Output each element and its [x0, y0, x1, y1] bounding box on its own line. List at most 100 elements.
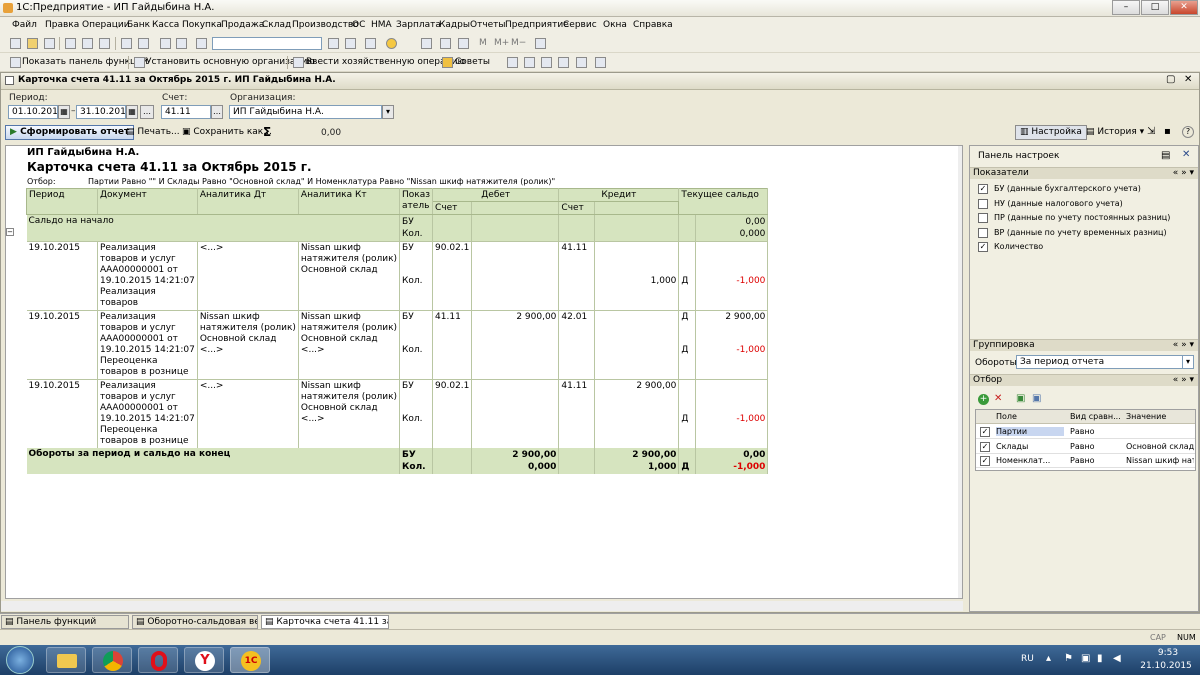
filter-row-checkbox[interactable]: ✓ — [980, 427, 990, 437]
indicator-checkbox[interactable] — [978, 227, 988, 238]
tools-icon[interactable] — [535, 38, 546, 49]
clock-time[interactable]: 9:53 — [1148, 648, 1188, 658]
memory-plus-icon[interactable]: M+ — [494, 38, 509, 48]
turnover-select[interactable]: За период отчета — [1016, 355, 1183, 369]
menu-warehouse[interactable]: Склад — [262, 20, 291, 30]
save-as-button[interactable]: ▣ Сохранить как... — [177, 125, 277, 140]
menu-fixed-assets[interactable]: ОС — [352, 20, 365, 30]
calendar-icon[interactable] — [421, 38, 432, 49]
add-filter-icon[interactable]: + — [978, 394, 989, 405]
save-settings-icon[interactable]: ▪ — [1164, 126, 1171, 137]
menu-reports[interactable]: Отчеты — [470, 20, 506, 30]
menu-intangible[interactable]: НМА — [371, 20, 392, 30]
balance-icon[interactable] — [541, 57, 552, 68]
period-to-calendar-icon[interactable]: ▦ — [126, 105, 138, 119]
tray-arrow-icon[interactable]: ▴ — [1046, 653, 1051, 664]
chrome-taskbar-icon[interactable] — [92, 647, 132, 673]
memory-minus-icon[interactable]: M− — [511, 38, 526, 48]
doc-close-button[interactable]: ✕ — [1184, 74, 1192, 85]
filter-section-header[interactable]: Отбор « » ▾ — [970, 374, 1198, 386]
row-document[interactable]: Реализация товаров и услуг ААА00000001 от 1… — [97, 379, 198, 448]
tips-button[interactable]: Советы — [455, 57, 490, 67]
row-document[interactable]: Реализация товаров и услуг ААА00000001 от 1… — [97, 310, 198, 380]
menu-help[interactable]: Справка — [633, 20, 673, 30]
task-functions-panel[interactable]: ▤ Панель функций — [1, 615, 129, 629]
yandex-taskbar-icon[interactable]: Y — [184, 647, 224, 673]
filter-row[interactable]: ✓ Номенклат... Равно Nissan шкиф натя... — [976, 454, 1195, 468]
account-input[interactable]: 41.11 — [161, 105, 211, 119]
menu-production[interactable]: Производство — [292, 20, 359, 30]
volume-icon[interactable]: ◀ — [1113, 653, 1121, 664]
menu-windows[interactable]: Окна — [603, 20, 627, 30]
minimize-button[interactable]: – — [1112, 0, 1140, 15]
cut-icon[interactable] — [65, 38, 76, 49]
account-card-icon[interactable] — [558, 57, 569, 68]
set-org-button[interactable]: Установить основную организацию — [146, 57, 315, 67]
history-button[interactable]: ▤ История ▾ — [1081, 125, 1149, 140]
indicator-checkbox[interactable] — [978, 213, 988, 223]
new-doc-icon[interactable] — [10, 38, 21, 49]
info-icon[interactable] — [386, 38, 397, 49]
close-button[interactable]: ✕ — [1170, 0, 1198, 15]
explorer-taskbar-icon[interactable] — [46, 647, 86, 673]
calculator-icon[interactable] — [440, 38, 451, 49]
period-from-calendar-icon[interactable]: ▦ — [58, 105, 70, 119]
filter-row-checkbox[interactable]: ✓ — [980, 441, 990, 452]
print-button[interactable]: ▤ Печать... — [121, 125, 185, 140]
menu-salary[interactable]: Зарплата — [396, 20, 441, 30]
menu-operations[interactable]: Операции — [82, 20, 130, 30]
filter-row-checkbox[interactable]: ✓ — [980, 456, 990, 466]
maximize-button[interactable]: □ — [1141, 0, 1169, 15]
tray-app-icon[interactable]: ▣ — [1081, 653, 1090, 664]
search-icon[interactable] — [196, 38, 207, 49]
indicator-checkbox[interactable]: ✓ — [978, 242, 988, 252]
sum-icon[interactable]: Σ — [263, 125, 271, 139]
preview-icon[interactable] — [138, 38, 149, 49]
grouping-section-header[interactable]: Группировка « » ▾ — [970, 339, 1198, 351]
menu-enterprise[interactable]: Предприятие — [505, 20, 569, 30]
indicator-checkbox[interactable]: ✓ — [978, 184, 988, 194]
search-input[interactable] — [212, 37, 322, 50]
org-dropdown-icon[interactable]: ▾ — [382, 105, 394, 119]
period-select-button[interactable]: … — [140, 105, 154, 119]
row-document[interactable]: Реализация товаров и услуг ААА00000001 от 1… — [97, 241, 198, 311]
network-icon[interactable]: ▮ — [1097, 653, 1103, 664]
undo-icon[interactable] — [160, 38, 171, 49]
more-reports-icon[interactable] — [595, 57, 606, 68]
menu-bank[interactable]: Банк — [127, 20, 150, 30]
find-prev-icon[interactable] — [345, 38, 356, 49]
settings-button[interactable]: ▥ Настройка — [1015, 125, 1087, 140]
1c-taskbar-icon[interactable]: 1С — [230, 647, 270, 673]
menu-hr[interactable]: Кадры — [439, 20, 470, 30]
filter-row[interactable]: ✓ Партии Равно — [976, 425, 1195, 439]
panel-close-icon[interactable]: ✕ — [1182, 149, 1190, 160]
export-icon[interactable]: ⇲ — [1147, 126, 1155, 137]
redo-icon[interactable] — [176, 38, 187, 49]
windows-icon[interactable] — [365, 38, 376, 49]
org-input[interactable]: ИП Гайдыбина Н.А. — [229, 105, 382, 119]
report-vertical-scrollbar[interactable] — [958, 146, 962, 598]
menu-purchase[interactable]: Покупка — [182, 20, 222, 30]
language-indicator[interactable]: RU — [1021, 654, 1034, 664]
memory-m-icon[interactable]: M — [479, 38, 487, 48]
task-turnover-sheet[interactable]: ▤ Оборотно-сальдовая ведом... — [132, 615, 258, 629]
menu-edit[interactable]: Правка — [45, 20, 79, 30]
analysis-icon[interactable] — [576, 57, 587, 68]
turnover-dropdown-icon[interactable]: ▾ — [1182, 355, 1194, 369]
task-account-card[interactable]: ▤ Карточка счета 41.11 за Ок... — [261, 615, 389, 629]
account-select-button[interactable]: … — [211, 105, 223, 119]
journal-icon[interactable] — [507, 57, 518, 68]
opera-taskbar-icon[interactable] — [138, 647, 178, 673]
uncheck-all-icon[interactable]: ▣ — [1032, 393, 1041, 404]
generate-report-button[interactable]: ▶ Сформировать отчет — [5, 125, 135, 140]
help-icon[interactable]: ? — [1182, 126, 1194, 138]
indicator-checkbox[interactable] — [978, 198, 988, 209]
panel-settings-icon[interactable]: ▤ — [1161, 150, 1170, 161]
menu-cash[interactable]: Касса — [152, 20, 179, 30]
check-all-icon[interactable]: ▣ — [1016, 393, 1025, 404]
copy-icon[interactable] — [82, 38, 93, 49]
indicators-section-header[interactable]: Показатели « » ▾ — [970, 167, 1198, 179]
paste-icon[interactable] — [99, 38, 110, 49]
menu-service[interactable]: Сервис — [563, 20, 597, 30]
menu-file[interactable]: Файл — [12, 20, 37, 30]
